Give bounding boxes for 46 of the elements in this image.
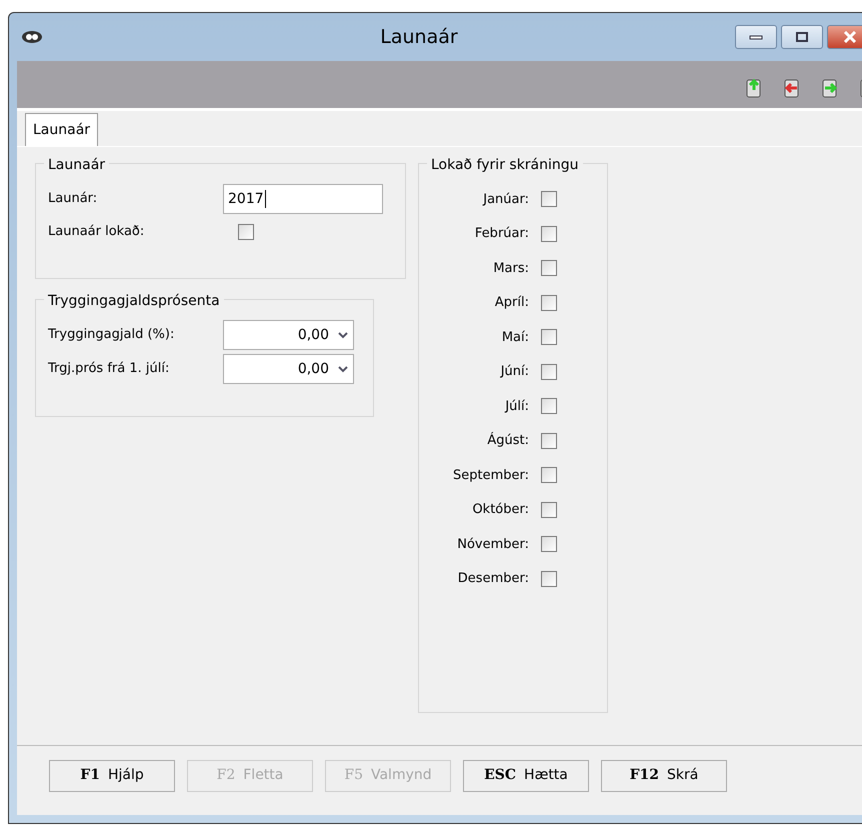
maximize-button[interactable] [781, 25, 823, 49]
field-label: Launaár lokað: [48, 223, 146, 241]
checkbox[interactable] [238, 224, 254, 240]
month-label: Júní: [499, 363, 530, 381]
field-label: Tryggingagjald (%): [48, 326, 176, 344]
app-logo-icon [21, 30, 43, 44]
function-key-button[interactable]: F12 Skrá [601, 760, 727, 792]
month-label: Október: [471, 501, 530, 519]
month-label: Nóvember: [456, 536, 530, 554]
caret-icon [337, 331, 349, 339]
window-title: Launaár [379, 24, 459, 50]
month-label: Desember: [456, 570, 530, 588]
month-label: September: [452, 466, 530, 484]
month-label: Maí: [500, 328, 530, 346]
year-field[interactable]: 2017 [223, 184, 383, 214]
checkbox[interactable] [541, 260, 557, 276]
function-key-button[interactable]: F1 Hjálp [49, 760, 175, 792]
percent-dropdown[interactable]: 0,00 [223, 320, 354, 350]
checkbox[interactable] [541, 536, 557, 552]
checkbox[interactable] [541, 467, 557, 484]
checkbox[interactable] [541, 502, 557, 518]
caret-icon [337, 365, 349, 373]
checkbox[interactable] [541, 398, 557, 414]
checkbox[interactable] [541, 570, 557, 587]
month-label: Mars: [492, 260, 530, 278]
function-key-button[interactable]: ESC Hætta [463, 760, 589, 792]
field-label: Launár: [48, 190, 98, 208]
close-icon [843, 31, 857, 43]
month-label: Júlí: [504, 398, 530, 416]
tab[interactable]: Launaár [25, 113, 98, 146]
month-label: Apríl: [494, 294, 530, 312]
percent-dropdown[interactable]: 0,00 [223, 354, 354, 384]
minimize-icon [749, 34, 763, 40]
month-label: Janúar: [482, 190, 530, 208]
minimize-button[interactable] [735, 25, 777, 49]
maximize-icon [795, 31, 809, 43]
checkbox[interactable] [541, 432, 557, 449]
close-button[interactable] [827, 25, 862, 49]
checkbox[interactable] [541, 191, 557, 208]
checkbox[interactable] [541, 226, 557, 242]
month-label: Febrúar: [474, 225, 530, 243]
month-label: Ágúst: [486, 431, 530, 450]
field-label: Trgj.prós frá 1. júlí: [48, 360, 170, 378]
checkbox[interactable] [541, 364, 557, 380]
checkbox[interactable] [541, 329, 557, 346]
checkbox[interactable] [541, 294, 557, 311]
